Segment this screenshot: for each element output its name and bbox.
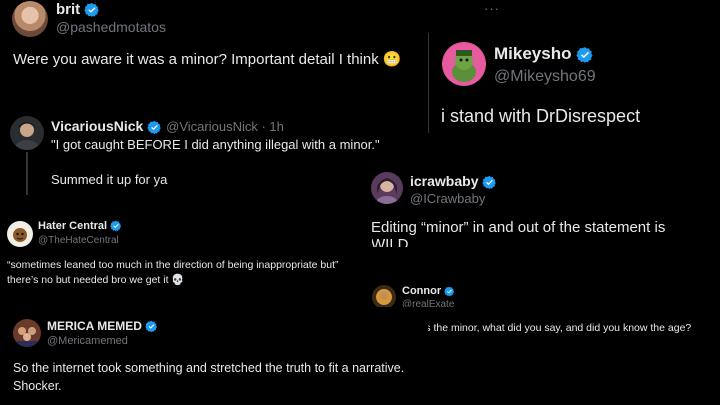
person-avatar-image bbox=[376, 178, 398, 204]
verified-badge-icon bbox=[84, 3, 100, 18]
tweet-text-line2: Summed it up for ya bbox=[51, 172, 168, 187]
display-name[interactable]: Hater Central bbox=[38, 220, 122, 232]
tweet-text: Were you aware it was a minor? Important… bbox=[13, 51, 402, 68]
verified-badge-icon bbox=[576, 46, 593, 63]
tweet-text: Editing “minor” in and out of the statem… bbox=[371, 219, 666, 247]
username[interactable]: @ICrawbaby bbox=[410, 191, 485, 206]
username[interactable]: @TheHateCentral bbox=[38, 235, 119, 246]
person-avatar-image bbox=[376, 289, 392, 305]
display-name[interactable]: MERICA MEMED bbox=[47, 319, 158, 333]
avatar[interactable] bbox=[13, 319, 41, 347]
avatar[interactable] bbox=[10, 116, 44, 150]
verified-badge-icon bbox=[444, 286, 455, 296]
display-name[interactable]: brit bbox=[56, 1, 100, 18]
username[interactable]: @Mericamemed bbox=[47, 335, 128, 347]
tweet-mikeysho[interactable]: Mikeysho @Mikeysho69 i stand with DrDisr… bbox=[428, 33, 670, 133]
tweet-hater-central[interactable]: Hater Central @TheHateCentral “sometimes… bbox=[0, 211, 372, 293]
group-avatar-image bbox=[13, 327, 41, 347]
verified-badge-icon bbox=[110, 220, 122, 232]
avatar[interactable] bbox=[372, 285, 396, 309]
username[interactable]: @pashedmotatos bbox=[56, 19, 166, 35]
more-options-icon[interactable]: ··· bbox=[484, 1, 500, 16]
tweet-vicariousnick[interactable]: VicariousNick @VicariousNick · 1h "I got… bbox=[0, 107, 418, 195]
avatar[interactable] bbox=[7, 221, 33, 247]
display-name[interactable]: icrawbaby bbox=[410, 173, 497, 190]
tweet-icrawbaby[interactable]: icrawbaby @ICrawbaby Editing “minor” in … bbox=[360, 162, 690, 247]
thread-line bbox=[26, 152, 28, 195]
person-avatar-image bbox=[15, 122, 39, 150]
avatar[interactable] bbox=[371, 172, 403, 204]
logo-avatar-image bbox=[13, 228, 27, 242]
display-name[interactable]: VicariousNick @VicariousNick · 1h bbox=[51, 118, 284, 135]
username[interactable]: @Mikeysho69 bbox=[494, 68, 596, 86]
verified-badge-icon bbox=[482, 175, 497, 189]
avatar[interactable] bbox=[12, 1, 48, 37]
tweet-text: “sometimes leaned too much in the direct… bbox=[7, 259, 339, 286]
divider bbox=[428, 33, 429, 133]
tweet-text: i stand with DrDisrespect bbox=[441, 106, 641, 126]
tweet-text: "I got caught BEFORE I did anything ille… bbox=[51, 137, 380, 152]
display-name[interactable]: Connor bbox=[402, 285, 455, 297]
avatar[interactable] bbox=[442, 42, 486, 86]
tweet-text: So the internet took something and stret… bbox=[13, 361, 405, 393]
username[interactable]: @VicariousNick · 1h bbox=[166, 119, 284, 134]
frog-avatar-image bbox=[452, 50, 476, 82]
verified-badge-icon bbox=[147, 120, 162, 134]
tweet-merica-memed[interactable]: MERICA MEMED @Mericamemed So the interne… bbox=[0, 307, 428, 405]
verified-badge-icon bbox=[145, 321, 158, 333]
display-name[interactable]: Mikeysho bbox=[494, 44, 594, 64]
